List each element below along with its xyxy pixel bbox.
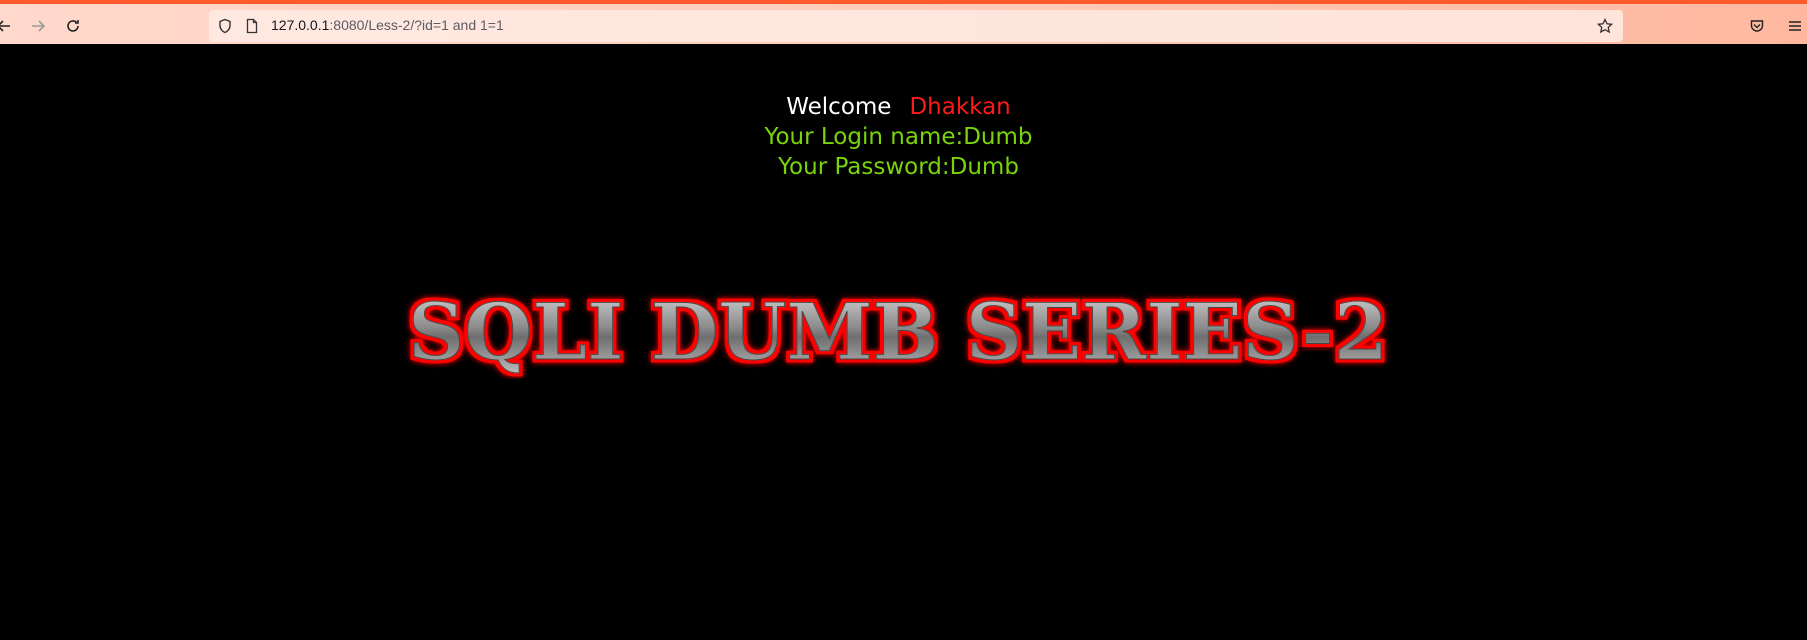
shield-icon[interactable] bbox=[217, 18, 233, 34]
menu-icon[interactable] bbox=[1781, 12, 1807, 40]
sqli-series-logo: SQLI DUMB SERIES-2 bbox=[408, 287, 1389, 379]
url-bar[interactable]: 127.0.0.1:8080/Less-2/?id=1 and 1=1 bbox=[209, 10, 1623, 42]
back-icon[interactable] bbox=[0, 12, 18, 40]
forward-icon[interactable] bbox=[24, 12, 52, 40]
page-icon[interactable] bbox=[244, 18, 260, 34]
url-text[interactable]: 127.0.0.1:8080/Less-2/?id=1 and 1=1 bbox=[271, 17, 504, 33]
pocket-icon[interactable] bbox=[1743, 12, 1771, 40]
login-name-text: Your Login name:Dumb bbox=[764, 124, 1033, 150]
logo-text: SQLI DUMB SERIES-2 bbox=[408, 287, 1388, 378]
password-text: Your Password:Dumb bbox=[778, 154, 1019, 180]
welcome-label: Welcome bbox=[786, 94, 892, 120]
reload-icon[interactable] bbox=[59, 12, 87, 40]
url-host: 127.0.0.1 bbox=[271, 17, 330, 33]
welcome-username: Dhakkan bbox=[909, 94, 1011, 120]
browser-toolbar: 127.0.0.1:8080/Less-2/?id=1 and 1=1 bbox=[0, 0, 1807, 44]
welcome-line: Welcome Dhakkan bbox=[0, 94, 1797, 120]
page-content: Welcome Dhakkan Your Login name:Dumb Your… bbox=[0, 44, 1807, 640]
star-icon[interactable] bbox=[1596, 17, 1614, 34]
url-path: :8080/Less-2/?id=1 and 1=1 bbox=[329, 17, 504, 33]
